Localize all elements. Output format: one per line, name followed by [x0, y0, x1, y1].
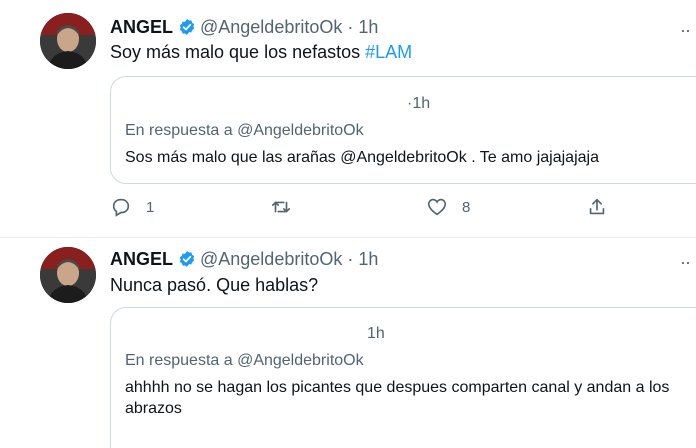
author-handle[interactable]: @AngeldebritoOk	[200, 17, 342, 37]
tweet-header: ANGEL @AngeldebritoOk · 1h	[110, 249, 378, 273]
tweet-time[interactable]: 1h	[358, 249, 378, 269]
avatar[interactable]	[40, 13, 96, 69]
tweet-header: ANGEL @AngeldebritoOk · 1h	[110, 17, 378, 41]
tweet[interactable]: ANGEL @AngeldebritoOk · 1h ·· Nunca pasó.…	[0, 238, 696, 448]
like-button[interactable]: 8	[426, 196, 470, 218]
quote-time-value: 1h	[412, 95, 431, 112]
retweet-button[interactable]	[270, 196, 306, 218]
like-count: 8	[462, 198, 471, 216]
separator-dot: ·	[347, 249, 354, 269]
quote-text: ahhhh no se hagan los picantes que despu…	[125, 379, 670, 417]
quoted-tweet[interactable]: ·1h En respuesta a @AngeldebritoOk Sos m…	[110, 76, 696, 184]
tweet-actions: 1 8	[110, 196, 630, 222]
reply-icon	[112, 198, 130, 217]
share-icon	[589, 198, 605, 215]
more-icon[interactable]: ··	[680, 252, 691, 273]
retweet-icon	[271, 201, 291, 213]
tweet-text: Soy más malo que los nefastos #LAM	[110, 42, 412, 63]
avatar[interactable]	[40, 247, 96, 303]
tweet-text: Nunca pasó. Que hablas?	[110, 275, 319, 295]
quoted-tweet[interactable]: 1h En respuesta a @AngeldebritoOk ahhhh …	[110, 307, 696, 448]
quote-time: 1h	[367, 325, 385, 342]
reply-count: 1	[146, 198, 155, 216]
separator-dot: ·	[347, 17, 354, 37]
more-icon[interactable]: ··	[680, 20, 691, 41]
tweet-text-body: Soy más malo que los nefastos	[110, 42, 366, 62]
quote-time: ·1h	[407, 95, 430, 113]
quote-text: Sos más malo que las arañas @Angeldebrit…	[125, 149, 599, 166]
verified-badge-icon	[178, 18, 196, 41]
verified-badge-icon	[178, 250, 196, 273]
author-handle[interactable]: @AngeldebritoOk	[200, 249, 342, 269]
replying-to: En respuesta a @AngeldebritoOk	[125, 122, 364, 139]
share-button[interactable]	[586, 196, 608, 218]
tweet-time[interactable]: 1h	[358, 17, 378, 37]
reply-button[interactable]: 1	[110, 196, 154, 218]
replying-to: En respuesta a @AngeldebritoOk	[125, 352, 364, 369]
author-name[interactable]: ANGEL	[110, 17, 173, 37]
tweet[interactable]: ANGEL @AngeldebritoOk · 1h ·· Soy más mal…	[0, 0, 696, 238]
author-name[interactable]: ANGEL	[110, 249, 173, 269]
hashtag-link[interactable]: #LAM	[365, 42, 412, 62]
like-icon	[427, 198, 447, 216]
